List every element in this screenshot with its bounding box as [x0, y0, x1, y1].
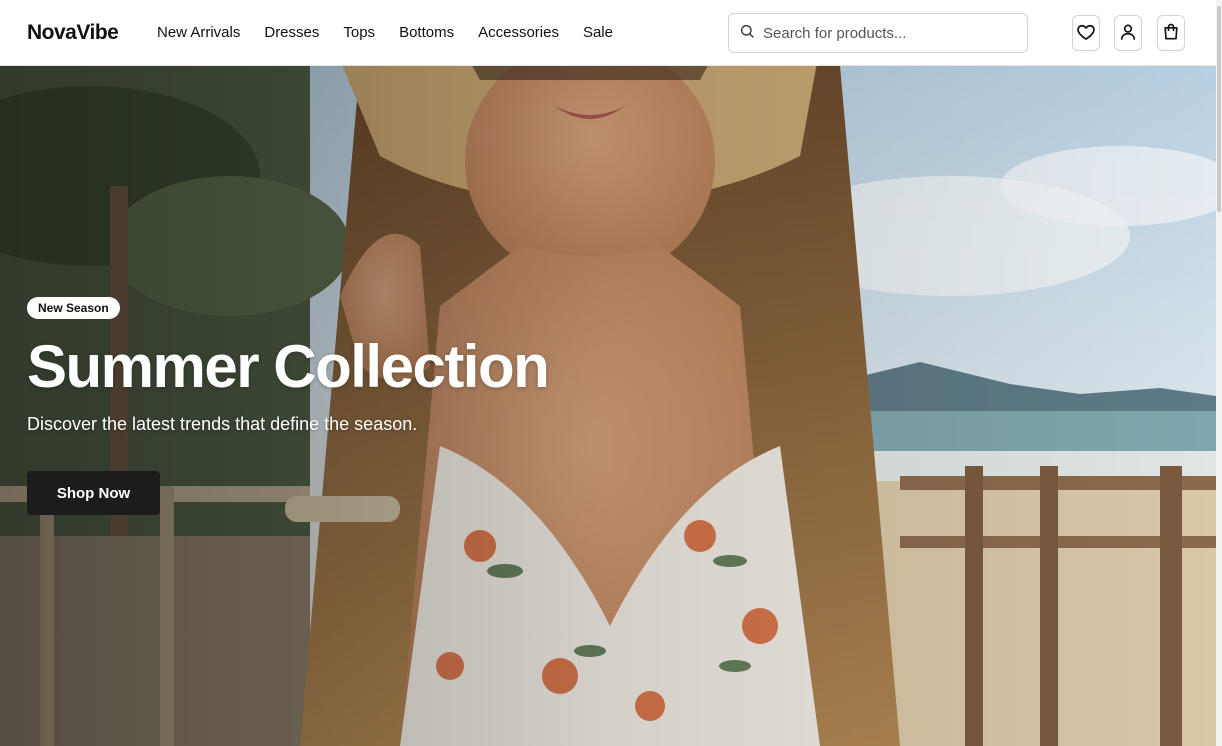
hero-title: Summer Collection — [27, 333, 550, 400]
hero-banner: New Season Summer Collection Discover th… — [0, 66, 1216, 746]
search-input[interactable] — [763, 24, 1003, 42]
nav-sale[interactable]: Sale — [583, 24, 613, 41]
nav-dresses[interactable]: Dresses — [264, 24, 319, 41]
season-badge: New Season — [27, 297, 120, 319]
page-scrollbar[interactable] — [1216, 0, 1222, 746]
nav-new-arrivals[interactable]: New Arrivals — [157, 24, 240, 41]
hero-image — [0, 66, 1216, 746]
nav-bottoms[interactable]: Bottoms — [399, 24, 454, 41]
user-icon — [1118, 22, 1138, 45]
wishlist-button[interactable] — [1072, 15, 1100, 51]
heart-icon — [1076, 22, 1096, 45]
brand-logo[interactable]: NovaVibe — [27, 21, 119, 45]
nav-tops[interactable]: Tops — [343, 24, 375, 41]
nav-accessories[interactable]: Accessories — [478, 24, 559, 41]
search-bar[interactable] — [728, 13, 1028, 53]
shop-now-button[interactable]: Shop Now — [27, 471, 160, 515]
hero-subtitle: Discover the latest trends that define t… — [27, 414, 418, 434]
cart-button[interactable] — [1157, 15, 1185, 51]
main-nav: New Arrivals Dresses Tops Bottoms Access… — [157, 24, 613, 41]
shopping-bag-icon — [1161, 22, 1181, 45]
search-icon — [739, 23, 755, 44]
scrollbar-thumb[interactable] — [1217, 6, 1221, 212]
account-button[interactable] — [1114, 15, 1142, 51]
site-header: NovaVibe New Arrivals Dresses Tops Botto… — [0, 0, 1222, 66]
